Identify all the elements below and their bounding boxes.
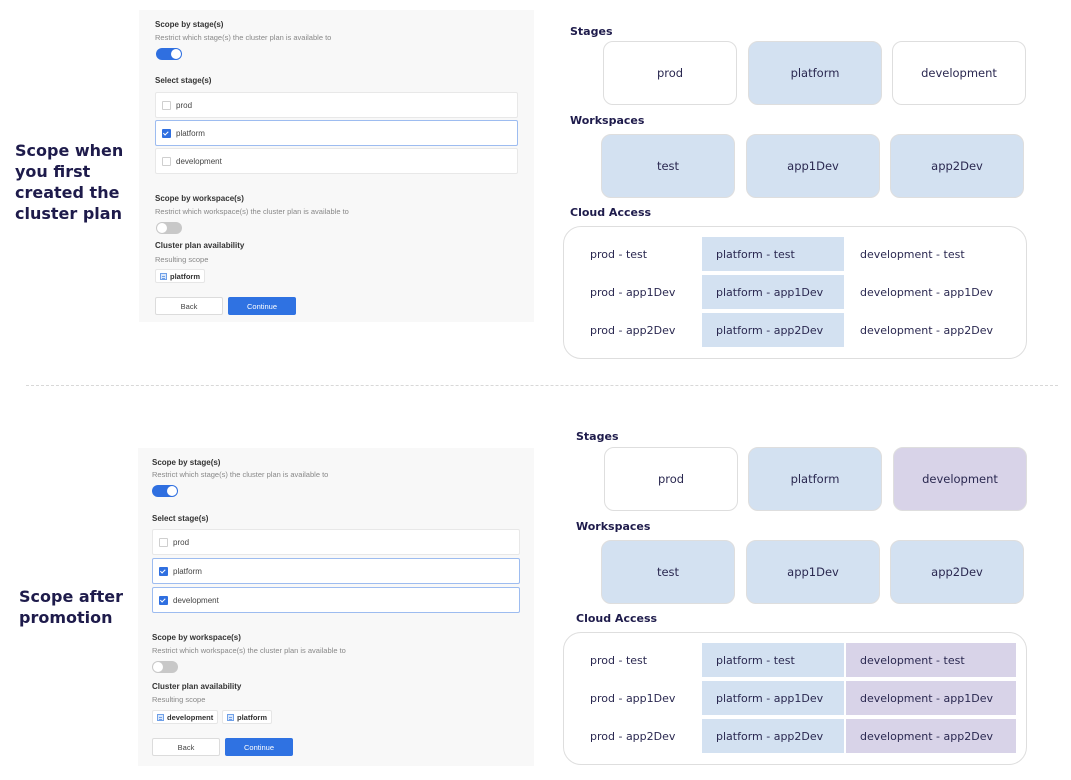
select-stages-label: Select stage(s) — [155, 76, 212, 85]
stage-icon — [157, 713, 164, 721]
stage-icon — [227, 713, 234, 721]
workspace-box-test: test — [601, 540, 735, 604]
scope-form-promotion: Scope by stage(s) Restrict which stage(s… — [138, 448, 534, 766]
workspaces-heading: Workspaces — [570, 114, 645, 127]
checkbox-checked[interactable] — [159, 595, 168, 605]
stage-box-development: development — [893, 447, 1027, 511]
stage-box-prod: prod — [603, 41, 737, 105]
access-cell: development - app1Dev — [860, 285, 993, 299]
access-cell-promoted: development - test — [846, 643, 1016, 677]
workspaces-heading: Workspaces — [576, 520, 651, 533]
access-cell-selected: platform - app1Dev — [702, 275, 844, 309]
access-cell-selected: platform - app1Dev — [702, 681, 844, 715]
stage-box-platform: platform — [748, 447, 882, 511]
stage-scope-description: Restrict which stage(s) the cluster plan… — [152, 470, 329, 479]
checkbox-checked[interactable] — [162, 128, 171, 138]
access-cell: prod - app2Dev — [590, 323, 676, 337]
checkbox[interactable] — [159, 537, 168, 547]
stage-icon — [160, 272, 167, 280]
scope-form-initial: Scope by stage(s) Restrict which stage(s… — [139, 10, 534, 322]
access-cell-selected: platform - app2Dev — [702, 313, 844, 347]
section-label-promotion: Scope after promotion — [19, 587, 124, 627]
stage-option-label: platform — [173, 566, 202, 576]
workspace-box-app2dev: app2Dev — [890, 540, 1024, 604]
scope-chip-label: platform — [170, 271, 200, 281]
stage-option-prod[interactable]: prod — [152, 529, 520, 555]
access-cell-promoted: development - app2Dev — [846, 719, 1016, 753]
scope-chip-label: development — [167, 712, 214, 722]
cloud-access-heading: Cloud Access — [570, 206, 652, 219]
workspace-scope-toggle[interactable] — [152, 661, 178, 673]
checkbox[interactable] — [162, 100, 171, 110]
access-cell-selected: platform - test — [702, 237, 844, 271]
workspace-scope-title: Scope by workspace(s) — [152, 633, 241, 642]
stages-heading: Stages — [576, 430, 619, 443]
stage-scope-toggle[interactable] — [156, 48, 182, 60]
stage-scope-title: Scope by stage(s) — [152, 458, 221, 467]
workspace-scope-toggle[interactable] — [156, 222, 182, 234]
back-button[interactable]: Back — [155, 297, 223, 315]
workspace-box-app1dev: app1Dev — [746, 134, 880, 198]
stage-option-platform[interactable]: platform — [152, 558, 520, 584]
workspace-scope-title: Scope by workspace(s) — [155, 194, 244, 203]
availability-description: Resulting scope — [152, 695, 206, 704]
stage-option-label: development — [176, 156, 222, 166]
access-cell: prod - test — [590, 247, 648, 261]
stage-scope-description: Restrict which stage(s) the cluster plan… — [155, 33, 332, 42]
availability-title: Cluster plan availability — [155, 241, 245, 250]
access-cell-promoted: development - app1Dev — [846, 681, 1016, 715]
scope-chip-platform: platform — [155, 269, 205, 283]
toggle-knob — [157, 223, 167, 233]
access-cell-selected: platform - app2Dev — [702, 719, 844, 753]
access-cell-selected: platform - test — [702, 643, 844, 677]
select-stages-label: Select stage(s) — [152, 514, 209, 523]
access-cell: development - app2Dev — [860, 323, 993, 337]
checkbox-checked[interactable] — [159, 566, 168, 576]
stage-scope-toggle[interactable] — [152, 485, 178, 497]
stage-option-development[interactable]: development — [155, 148, 518, 174]
back-button[interactable]: Back — [152, 738, 220, 756]
workspace-box-test: test — [601, 134, 735, 198]
access-cell: development - test — [860, 247, 965, 261]
stage-box-prod: prod — [604, 447, 738, 511]
stage-box-development: development — [892, 41, 1026, 105]
scope-chip-label: platform — [237, 712, 267, 722]
stage-option-label: development — [173, 595, 219, 605]
scope-chip-platform: platform — [222, 710, 272, 724]
access-cell: prod - app2Dev — [590, 729, 676, 743]
toggle-knob — [171, 49, 181, 59]
stage-scope-title: Scope by stage(s) — [155, 20, 224, 29]
stage-option-label: prod — [176, 100, 193, 110]
cloud-access-grid: prod - test platform - test development … — [563, 632, 1027, 765]
stage-option-prod[interactable]: prod — [155, 92, 518, 118]
availability-title: Cluster plan availability — [152, 682, 242, 691]
cloud-access-grid: prod - test platform - test development … — [563, 226, 1027, 359]
access-cell: prod - test — [590, 653, 648, 667]
workspace-scope-description: Restrict which workspace(s) the cluster … — [155, 207, 349, 216]
stages-heading: Stages — [570, 25, 613, 38]
access-cell: prod - app1Dev — [590, 285, 676, 299]
availability-description: Resulting scope — [155, 255, 209, 264]
continue-button[interactable]: Continue — [225, 738, 293, 756]
workspace-box-app2dev: app2Dev — [890, 134, 1024, 198]
access-cell: prod - app1Dev — [590, 691, 676, 705]
toggle-knob — [153, 662, 163, 672]
stage-option-label: platform — [176, 128, 205, 138]
stage-option-development[interactable]: development — [152, 587, 520, 613]
toggle-knob — [167, 486, 177, 496]
section-label-initial: Scope when you first created the cluster… — [15, 141, 124, 223]
stage-box-platform: platform — [748, 41, 882, 105]
cloud-access-heading: Cloud Access — [576, 612, 658, 625]
stage-option-label: prod — [173, 537, 190, 547]
section-divider — [26, 385, 1058, 386]
stage-option-platform[interactable]: platform — [155, 120, 518, 146]
workspace-scope-description: Restrict which workspace(s) the cluster … — [152, 646, 346, 655]
workspace-box-app1dev: app1Dev — [746, 540, 880, 604]
scope-chip-development: development — [152, 710, 219, 724]
checkbox[interactable] — [162, 156, 171, 166]
continue-button[interactable]: Continue — [228, 297, 296, 315]
